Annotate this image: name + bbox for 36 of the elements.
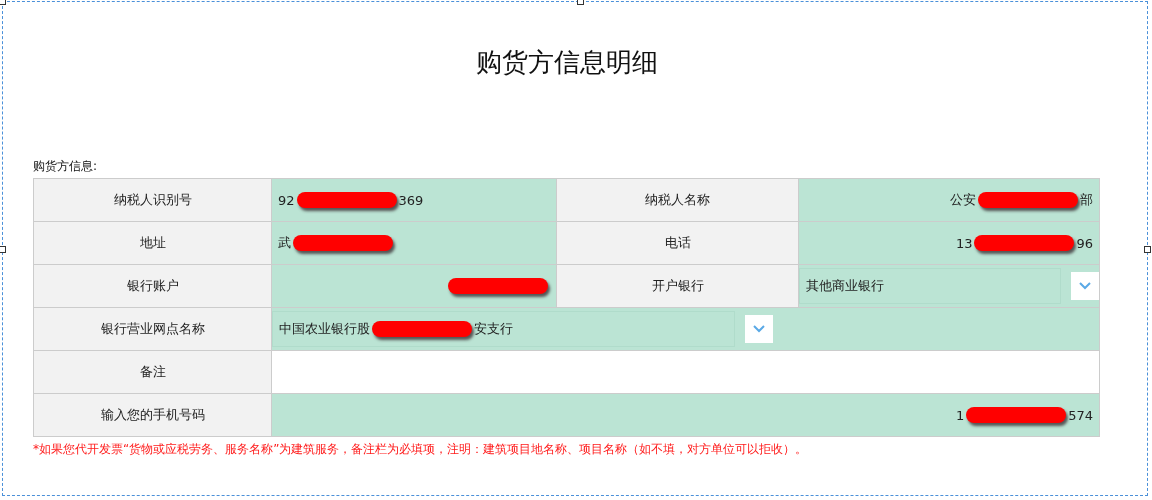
chevron-down-icon xyxy=(1079,282,1091,290)
value-text: 574 xyxy=(1068,407,1093,423)
value-text: 中国农业银行股 xyxy=(279,320,370,338)
input-field[interactable]: 1 574 xyxy=(272,394,1100,437)
resize-handle[interactable] xyxy=(0,246,6,253)
input-field[interactable]: 92 369 xyxy=(272,179,557,222)
field-label: 纳税人名称 xyxy=(557,179,799,222)
field-label: 备注 xyxy=(34,351,272,394)
page-title: 购货方信息明细 xyxy=(475,46,658,79)
chevron-down-icon xyxy=(753,325,765,333)
section-label: 购货方信息: xyxy=(33,158,99,175)
value-text: 其他商业银行 xyxy=(806,277,884,295)
value-text: 369 xyxy=(398,192,424,208)
input-field[interactable]: 武 xyxy=(272,222,557,265)
value-text: 武 xyxy=(278,234,291,252)
input-field[interactable] xyxy=(272,351,1100,394)
field-label: 电话 xyxy=(557,222,799,265)
field-label: 银行营业网点名称 xyxy=(34,308,272,351)
value-text: 96 xyxy=(1076,235,1093,251)
resize-handle[interactable] xyxy=(577,0,584,5)
value-text: 安支行 xyxy=(474,320,513,338)
value-text: 部 xyxy=(1080,191,1093,209)
input-field[interactable]: 13 96 xyxy=(799,222,1100,265)
field-label: 地址 xyxy=(34,222,272,265)
value-text: 公安 xyxy=(950,191,976,209)
value-text: 13 xyxy=(955,235,973,251)
input-field[interactable]: 公安 部 xyxy=(799,179,1100,222)
resize-handle[interactable] xyxy=(1144,246,1151,253)
field-label: 输入您的手机号码 xyxy=(34,394,272,437)
value-text: 1 xyxy=(955,407,965,423)
field-label: 银行账户 xyxy=(34,265,272,308)
input-field[interactable] xyxy=(272,265,557,308)
field-label: 纳税人识别号 xyxy=(34,179,272,222)
warning-note: *如果您代开发票“货物或应税劳务、服务名称”为建筑服务，备注栏为必填项，注明：建筑项目地名称、项目名称（如不填，对方单位可以拒收）。 xyxy=(33,441,809,458)
field-label: 开户银行 xyxy=(557,265,799,308)
value-text: 92 xyxy=(278,192,295,208)
